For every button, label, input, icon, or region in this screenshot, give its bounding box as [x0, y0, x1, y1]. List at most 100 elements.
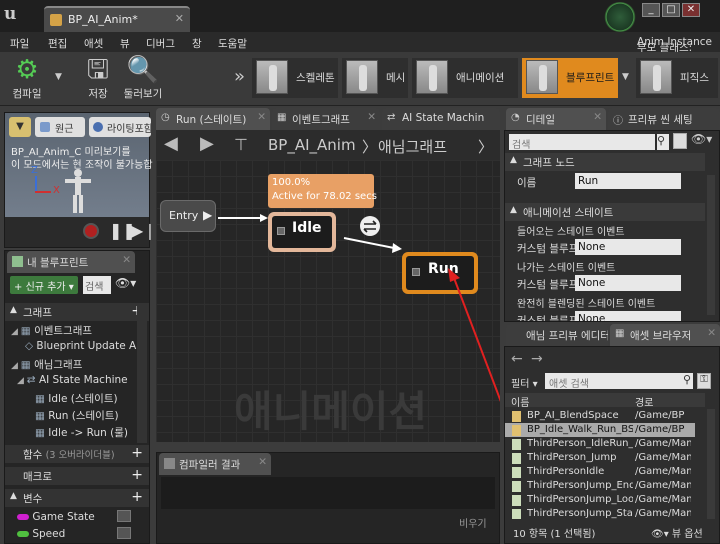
close-tab-icon[interactable]: ✕	[593, 111, 602, 123]
tab-event-graph[interactable]: ▦ 이벤트그래프 ✕	[272, 108, 380, 130]
view-options-eye-icon[interactable]: 👁▾	[691, 132, 712, 146]
graph-node-section[interactable]: ▲ 그래프 노드	[505, 153, 705, 171]
tree-transition[interactable]: ▦ Idle -> Run (룰)	[35, 425, 128, 440]
details-search-input[interactable]: 검색	[509, 134, 655, 151]
menu-edit[interactable]: 편집	[48, 36, 67, 51]
compile-button[interactable]: ⚙ 컴파일	[4, 54, 50, 104]
eye-icon[interactable]: 👁▾	[115, 276, 136, 290]
close-tab-icon[interactable]: ✕	[257, 111, 266, 123]
close-window-button[interactable]: ✕	[682, 3, 700, 17]
close-tab-icon[interactable]: ✕	[707, 327, 716, 339]
mode-physics[interactable]: 피직스	[636, 58, 718, 98]
mode-overflow-chevron[interactable]: »	[234, 66, 245, 87]
asset-row[interactable]: ThirdPerson_IdleRun_2/Game/Mann	[505, 437, 695, 451]
asset-row[interactable]: ThirdPersonJump_End/Game/Mann	[505, 479, 695, 493]
tree-state-run[interactable]: ▦ Run (스테이트)	[35, 408, 119, 423]
tree-anim-graph[interactable]: ◢ ▦ 애님그래프	[11, 357, 82, 372]
filter-dropdown[interactable]: 필터 ▾	[511, 375, 538, 390]
variables-section-header[interactable]: ▲ 변수 +	[5, 489, 149, 507]
column-path-header[interactable]: 경로	[635, 394, 653, 409]
asset-browser-tab[interactable]: ▦ 애셋 브라우저 ✕	[610, 324, 720, 346]
details-search-icon[interactable]: ⚲	[657, 134, 669, 150]
tree-blueprint-update[interactable]: ◇ Blueprint Update A	[25, 340, 136, 352]
menu-asset[interactable]: 애셋	[84, 36, 103, 51]
name-property-input[interactable]: Run	[575, 173, 681, 189]
variable-speed[interactable]: Speed	[17, 528, 65, 540]
details-tab[interactable]: ◔ 디테일 ✕	[506, 108, 606, 130]
compile-options-dropdown[interactable]: ▼	[55, 72, 62, 82]
anim-state-section[interactable]: ▲ 애니메이션 스테이트	[505, 203, 705, 221]
asset-search-icon[interactable]: ⚲	[683, 373, 691, 386]
breadcrumb-child[interactable]: 애님그래프	[378, 136, 478, 157]
mode-mesh[interactable]: 메시	[342, 58, 408, 98]
asset-row[interactable]: BP_AI_BlendSpace/Game/BP	[505, 409, 695, 423]
menu-file[interactable]: 파일	[10, 36, 29, 51]
asset-row[interactable]: ThirdPersonJump_Loop/Game/Mann	[505, 493, 695, 507]
property-matrix-icon[interactable]	[673, 133, 687, 149]
menu-view[interactable]: 뷰	[120, 36, 130, 51]
details-scrollbar[interactable]	[707, 175, 715, 315]
close-tab-icon[interactable]: ✕	[258, 456, 267, 468]
perspective-button[interactable]: 원근	[35, 117, 85, 137]
tree-state-idle[interactable]: ▦ Idle (스테이트)	[35, 391, 118, 406]
unreal-launcher-button[interactable]	[604, 2, 636, 32]
back-arrow-icon[interactable]: ◀	[164, 133, 178, 154]
tree-state-machine[interactable]: ◢ ⇄ AI State Machine	[17, 374, 128, 386]
back-arrow-icon[interactable]: ←	[511, 351, 523, 367]
asset-row[interactable]: ThirdPerson_Jump/Game/Mann	[505, 451, 695, 465]
view-options-button[interactable]: 👁▾ 뷰 옵션	[651, 525, 703, 540]
preview-scene-settings-tab[interactable]: ⓘ 프리뷰 씬 세팅	[608, 108, 720, 130]
record-button[interactable]	[83, 223, 99, 239]
asset-row[interactable]: ThirdPersonJump_Start/Game/Mann	[505, 507, 695, 519]
variable-visibility-toggle[interactable]	[117, 527, 131, 539]
functions-section-header[interactable]: 함수 (3 오버라이더블) +	[5, 445, 149, 463]
breadcrumb-more-icon[interactable]: 〉	[478, 136, 493, 157]
asset-row[interactable]: ThirdPersonIdle/Game/Mann	[505, 465, 695, 479]
breadcrumb-root[interactable]: BP_AI_Anim	[268, 136, 356, 154]
state-machine-graph[interactable]: 애니메이션 Entry ▶ 100.0% Active for 78.02 se…	[156, 160, 500, 442]
custom-bp-input[interactable]: None	[575, 239, 681, 255]
macros-section-header[interactable]: 매크로 +	[5, 467, 149, 485]
anim-preview-editor-tab[interactable]: 애님 프리뷰 에디터	[506, 324, 608, 346]
close-tab-icon[interactable]: ✕	[175, 12, 184, 25]
blueprint-search-input[interactable]: 검색	[83, 276, 111, 294]
add-function-icon[interactable]: +	[131, 445, 143, 461]
graphs-section-header[interactable]: ▲ 그래프 +	[5, 303, 149, 321]
preview-viewport[interactable]: ▼ 원근 라이팅포함 BP_AI_Anim_C 미리보기를 이 모드에서는 현 …	[4, 112, 157, 248]
custom-bp-input[interactable]: None	[575, 275, 681, 291]
asset-search-input[interactable]: 애셋 검색	[545, 373, 693, 390]
forward-arrow-icon[interactable]: ▶	[200, 133, 214, 154]
menu-window[interactable]: 창	[192, 36, 202, 51]
close-tab-icon[interactable]: ✕	[367, 111, 376, 123]
lock-icon[interactable]: ⚿	[697, 373, 711, 389]
mode-skeleton[interactable]: 스켈레톤	[252, 58, 338, 98]
mode-blueprint[interactable]: 블루프린트	[522, 58, 618, 98]
blueprint-mode-dropdown[interactable]: ▼	[622, 72, 629, 82]
lighting-button[interactable]: 라이팅포함	[89, 117, 151, 137]
viewport-options-icon[interactable]: ▼	[9, 117, 31, 137]
clear-button[interactable]: 비우기	[459, 515, 487, 530]
tree-scrollbar[interactable]	[137, 303, 147, 443]
variable-visibility-toggle[interactable]	[117, 510, 131, 522]
tree-event-graph[interactable]: ◢ ▦ 이벤트그래프	[11, 323, 92, 338]
column-name-header[interactable]: 이름	[511, 394, 529, 409]
my-blueprint-tab[interactable]: 내 블루프린트 ✕	[7, 251, 135, 273]
document-tab[interactable]: BP_AI_Anim* ✕	[44, 6, 190, 32]
close-tab-icon[interactable]: ✕	[122, 254, 131, 266]
compiler-results-tab[interactable]: 컴파일러 결과 ✕	[159, 453, 271, 475]
tab-state-machine[interactable]: ⇄ AI State Machin	[382, 108, 500, 130]
forward-arrow-icon[interactable]: →	[531, 351, 543, 367]
variable-game-state[interactable]: Game State	[17, 511, 95, 523]
add-new-button[interactable]: + 신규 추가 ▾	[10, 276, 78, 294]
tab-run-state[interactable]: ◷ Run (스테이트) ✕	[156, 108, 270, 130]
save-button[interactable]: 🖫 저장	[78, 54, 118, 104]
menu-debug[interactable]: 디버그	[146, 36, 175, 51]
mode-animation[interactable]: 애니메이션	[412, 58, 518, 98]
add-variable-icon[interactable]: +	[131, 489, 143, 505]
custom-bp-input[interactable]: None	[575, 311, 681, 321]
maximize-button[interactable]: □	[662, 3, 680, 17]
asset-row-selected[interactable]: BP_Idle_Walk_Run_BS/Game/BP	[505, 423, 695, 437]
step-forward-icon[interactable]: ▶❘	[131, 221, 157, 240]
add-macro-icon[interactable]: +	[131, 467, 143, 483]
menu-help[interactable]: 도움말	[218, 36, 247, 51]
